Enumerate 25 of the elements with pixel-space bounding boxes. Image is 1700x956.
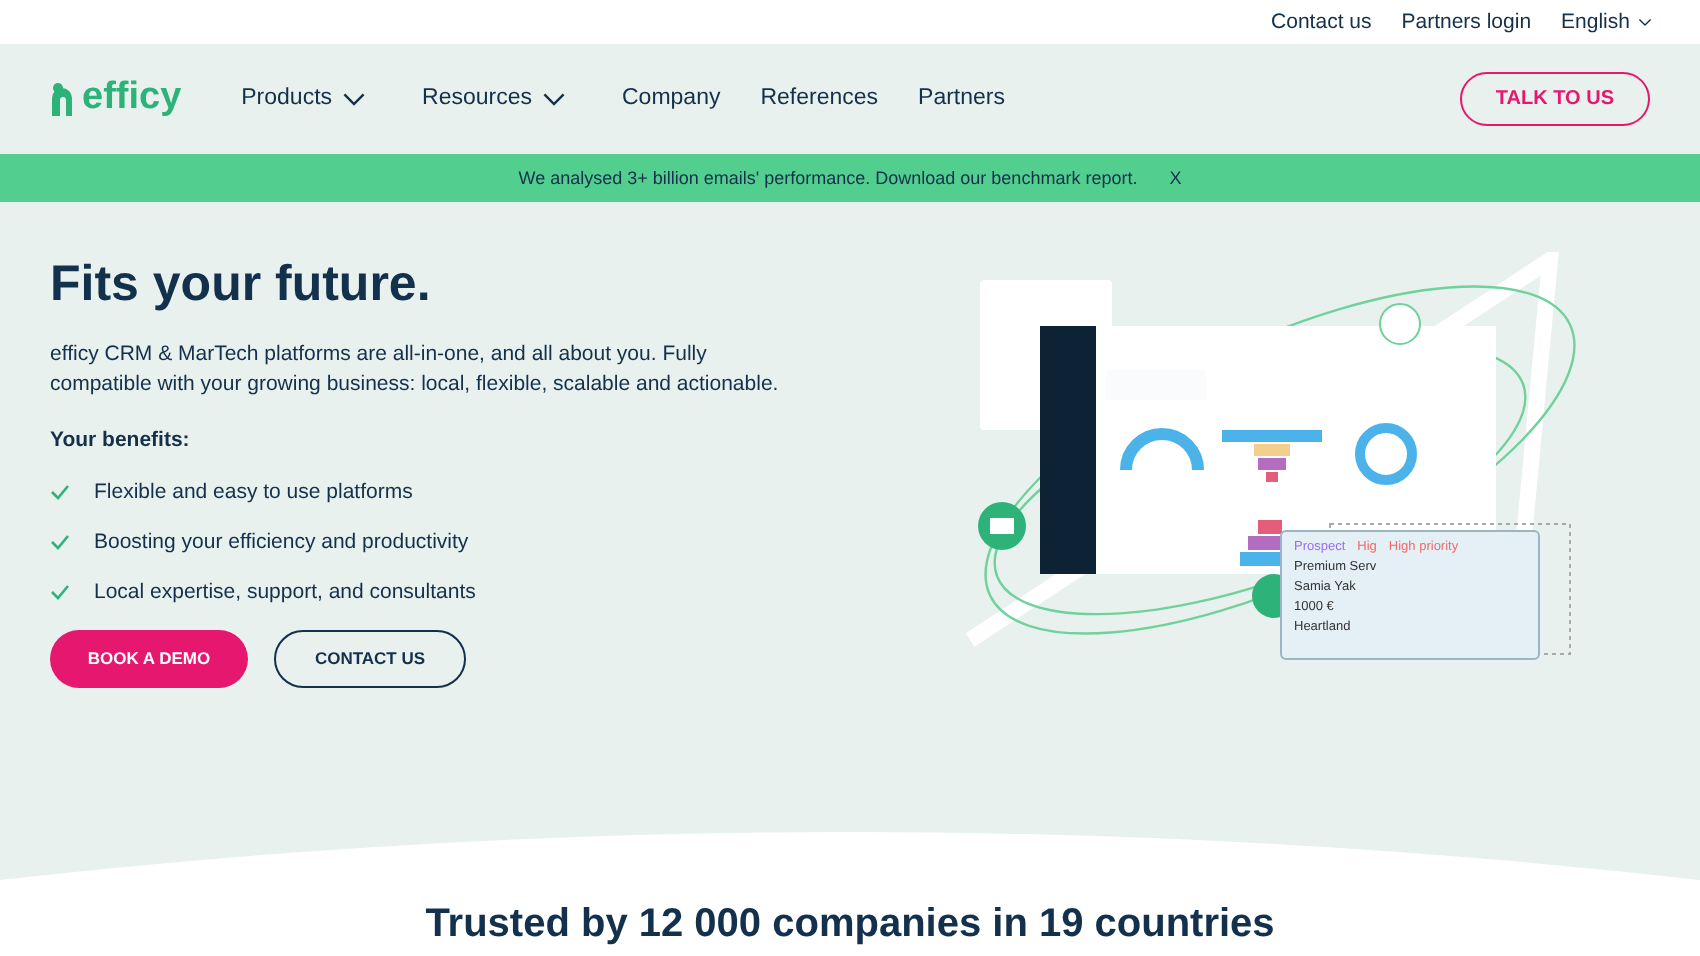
logo-icon xyxy=(50,81,74,116)
check-icon xyxy=(50,584,70,601)
book-demo-button[interactable]: BOOK A DEMO xyxy=(50,629,248,688)
check-icon xyxy=(50,484,70,501)
close-banner-button[interactable]: X xyxy=(1169,167,1182,188)
nav-item[interactable]: Resources xyxy=(422,86,566,111)
language-selector[interactable]: English xyxy=(1561,9,1652,34)
hero-title: Fits your future. xyxy=(50,255,433,314)
hero-description: efficy CRM & MarTech platforms are all-in-one, and all about you. Fully compatible with your growing business: local, flexible, scalable and actionable. xyxy=(50,339,781,400)
benefit-text: Local expertise, support, and consultants xyxy=(94,580,476,605)
benefit-text: Flexible and easy to use platforms xyxy=(94,480,413,505)
benefit-text: Boosting your efficiency and productivity xyxy=(94,530,469,555)
nav-item[interactable]: References xyxy=(760,86,879,111)
top-link[interactable]: Partners login xyxy=(1401,9,1532,34)
talk-to-us-button[interactable]: TALK TO US xyxy=(1459,71,1650,126)
top-link[interactable]: Contact us xyxy=(1271,9,1372,34)
nav-item[interactable]: Company xyxy=(622,86,721,111)
nav-item[interactable]: Products xyxy=(241,86,367,111)
chevron-down-icon xyxy=(1638,17,1652,27)
contact-us-button[interactable]: CONTACT US xyxy=(274,629,466,688)
check-icon xyxy=(50,534,70,551)
benefits-title: Your benefits: xyxy=(50,427,192,452)
trusted-title: Trusted by 12 000 companies in 19 countries xyxy=(425,902,1275,949)
banner-text[interactable]: We analysed 3+ billion emails' performance. Download our benchmark report. xyxy=(518,167,1138,188)
nav-item[interactable]: Partners xyxy=(918,86,1005,111)
